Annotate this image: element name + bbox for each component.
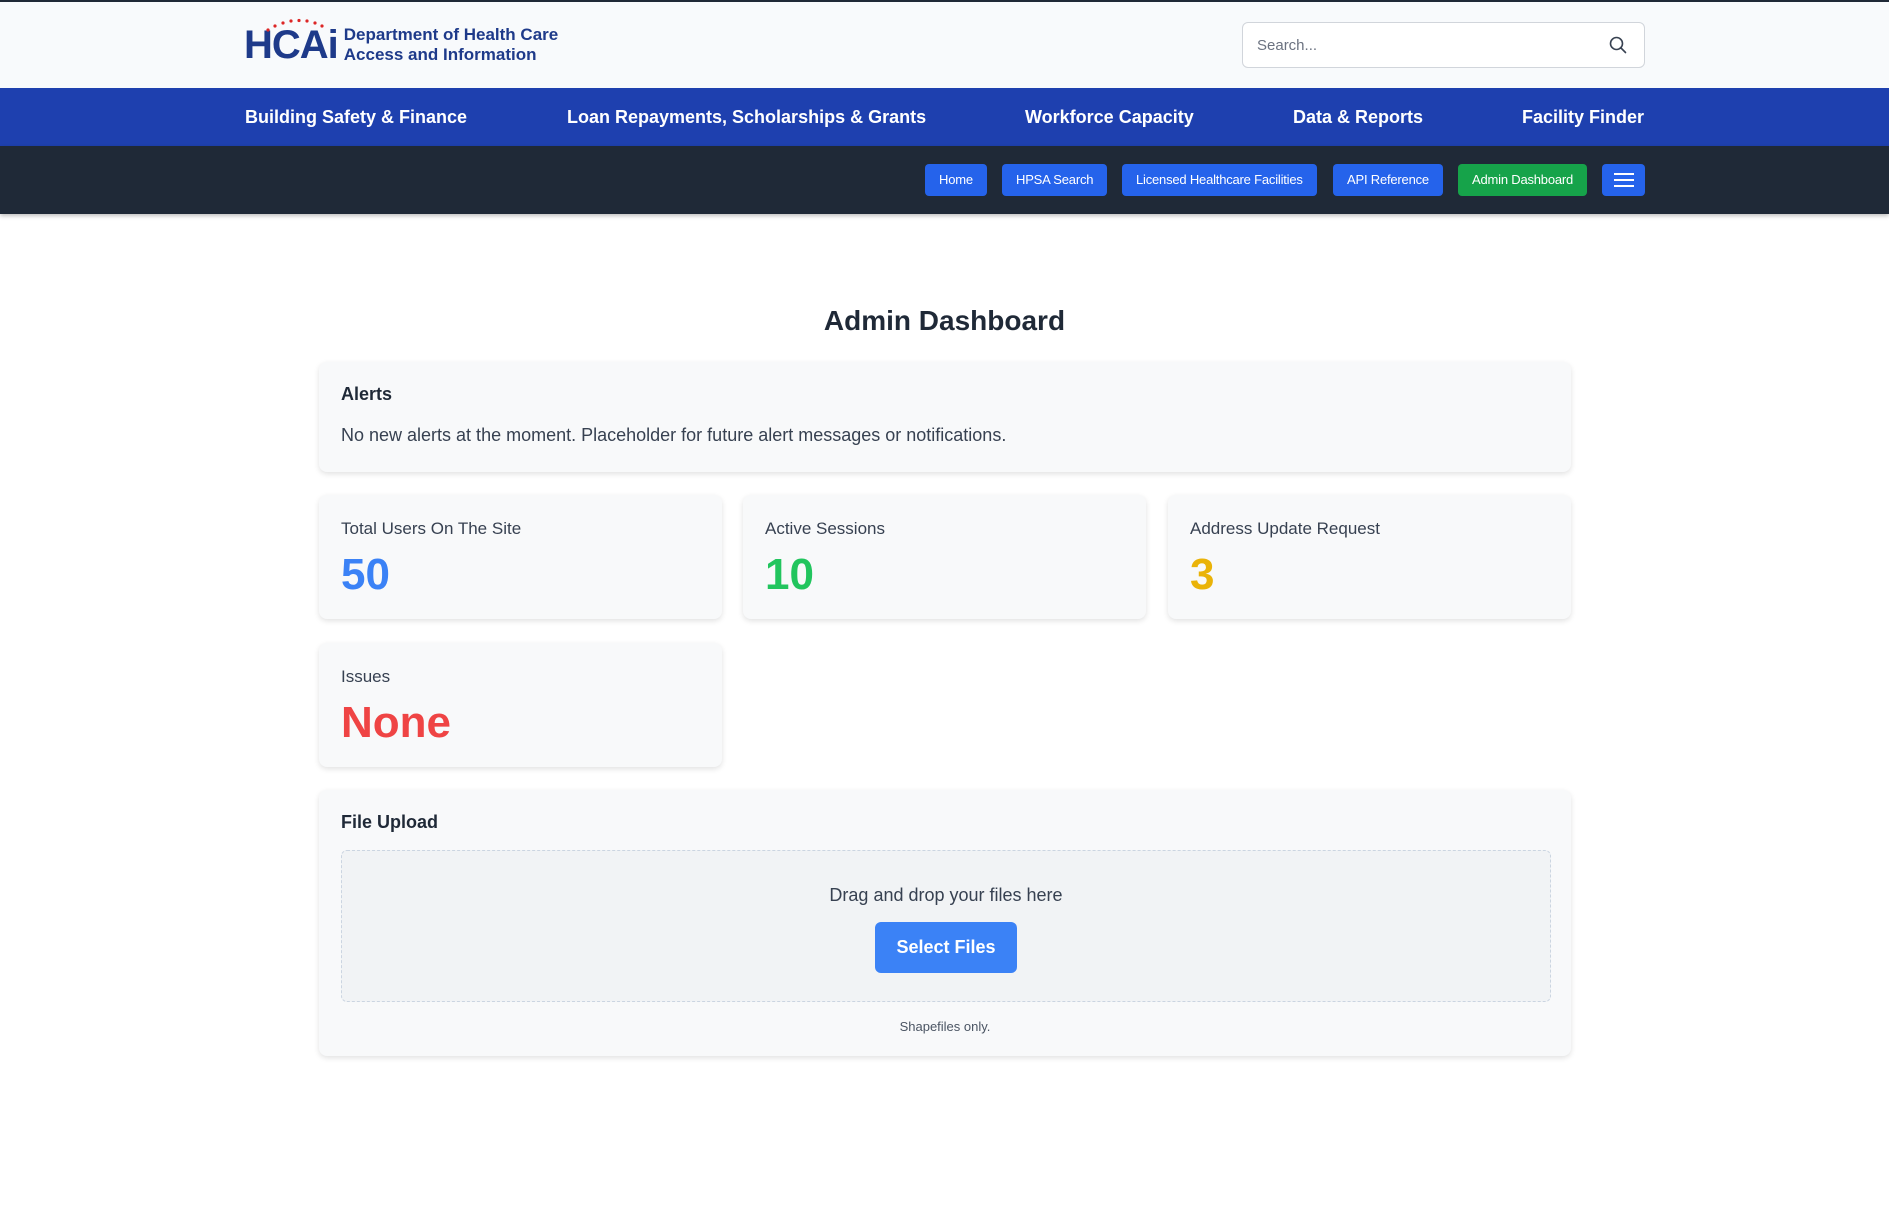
file-dropzone[interactable]: Drag and drop your files here Select Fil… (341, 850, 1551, 1002)
nav-data-reports[interactable]: Data & Reports (1293, 88, 1423, 146)
file-upload-card: File Upload Drag and drop your files her… (319, 790, 1571, 1056)
stat-label: Active Sessions (765, 519, 885, 538)
subnav-licensed-facilities-button[interactable]: Licensed Healthcare Facilities (1122, 164, 1317, 196)
search-box (1242, 22, 1645, 68)
subnav-api-reference-button[interactable]: API Reference (1333, 164, 1443, 196)
stat-label: Total Users On The Site (341, 519, 522, 538)
hamburger-menu-button[interactable] (1602, 164, 1645, 196)
stat-card-active-sessions: Active Sessions 10 (743, 495, 1146, 619)
stat-value: 50 (341, 550, 390, 599)
stat-card-total-users: Total Users On The Site 50 (319, 495, 722, 619)
search-icon[interactable] (1600, 27, 1636, 63)
nav-building-safety-finance[interactable]: Building Safety & Finance (245, 88, 467, 146)
dropzone-text: Drag and drop your files here (829, 885, 1063, 905)
page-title: Admin Dashboard (823, 305, 1066, 336)
alerts-message: No new alerts at the moment. Placeholder… (341, 425, 1007, 445)
alerts-title: Alerts (341, 384, 393, 404)
select-files-button[interactable]: Select Files (875, 922, 1017, 973)
file-upload-title: File Upload (341, 812, 439, 832)
logo-text: Department of Health Care Access and Inf… (344, 25, 558, 65)
main-nav: Building Safety & Finance Loan Repayment… (0, 88, 1889, 146)
upload-note: Shapefiles only. (899, 1019, 991, 1034)
subnav-home-button[interactable]: Home (925, 164, 987, 196)
logo-dots-icon (266, 18, 324, 32)
alerts-card: Alerts No new alerts at the moment. Plac… (319, 362, 1571, 472)
stat-label: Issues (341, 667, 391, 686)
stat-value: 3 (1190, 550, 1215, 599)
stat-value: None (341, 698, 451, 747)
nav-facility-finder[interactable]: Facility Finder (1522, 88, 1644, 146)
sub-nav: Home HPSA Search Licensed Healthcare Fac… (0, 146, 1889, 214)
logo-line-1: Department of Health Care (343, 25, 559, 44)
search-input[interactable] (1243, 23, 1600, 67)
stat-value: 10 (765, 550, 814, 599)
nav-loan-repayments[interactable]: Loan Repayments, Scholarships & Grants (567, 88, 926, 146)
hamburger-menu-icon (1613, 173, 1634, 187)
hcai-logo[interactable]: HCAi Department of Health Care Access an… (244, 18, 558, 68)
stat-label: Address Update Request (1190, 519, 1380, 538)
logo-line-2: Access and Information (343, 45, 537, 64)
nav-workforce-capacity[interactable]: Workforce Capacity (1025, 88, 1194, 146)
stat-card-address-update: Address Update Request 3 (1168, 495, 1571, 619)
site-header: HCAi Department of Health Care Access an… (0, 2, 1889, 88)
subnav-hpsa-search-button[interactable]: HPSA Search (1002, 164, 1108, 196)
stat-card-issues: Issues None (319, 643, 722, 767)
subnav-admin-dashboard-button[interactable]: Admin Dashboard (1458, 164, 1588, 196)
logo-mark: HCAi (244, 18, 339, 68)
